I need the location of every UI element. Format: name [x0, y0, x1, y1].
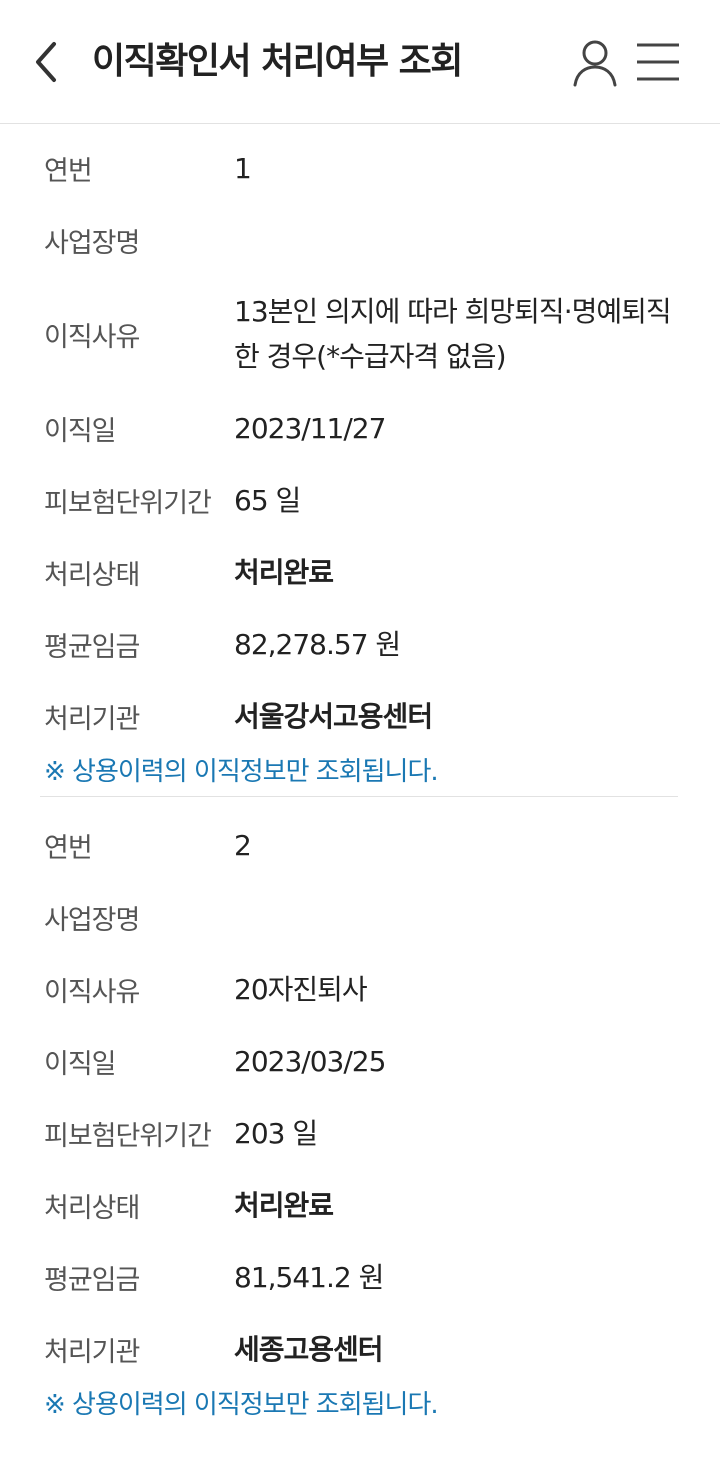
date-value: 2023/03/25	[234, 1044, 386, 1078]
seq-value: 1	[234, 151, 252, 185]
page-title: 이직확인서 처리여부 조회	[92, 41, 463, 82]
period-value: 203 일	[234, 1116, 318, 1150]
notice-text: ※ 상용이력의 이직정보만 조회됩니다.	[44, 757, 439, 787]
hamburger-menu-icon	[637, 43, 679, 81]
field-label: 처리기관	[44, 703, 140, 735]
field-row-seq: 연번 1	[0, 132, 720, 204]
wage-value: 81,541.2 원	[234, 1260, 384, 1294]
seq-value: 2	[234, 828, 252, 862]
status-value: 처리완료	[234, 1188, 334, 1222]
field-label: 연번	[44, 155, 93, 187]
field-label: 이직일	[44, 415, 117, 447]
menu-button[interactable]	[634, 40, 682, 84]
user-button[interactable]	[570, 38, 620, 88]
record-item: 연번 2 사업장명 이직사유 20자진퇴사 이직일 2023/03/25 피보험…	[0, 797, 720, 1425]
field-label: 이직사유	[44, 976, 140, 1008]
field-label: 이직사유	[44, 321, 140, 353]
field-row-period: 피보험단위기간 65 일	[0, 464, 720, 536]
field-row-date: 이직일 2023/03/25	[0, 1025, 720, 1097]
field-row-wage: 평균임금 82,278.57 원	[0, 608, 720, 680]
field-row-office: 처리기관 세종고용센터	[0, 1313, 720, 1385]
field-label: 피보험단위기간	[44, 1120, 212, 1152]
app-header: 이직확인서 처리여부 조회	[0, 0, 720, 124]
wage-value: 82,278.57 원	[234, 627, 401, 661]
notice-text: ※ 상용이력의 이직정보만 조회됩니다.	[44, 1390, 439, 1420]
field-row-status: 처리상태 처리완료	[0, 1169, 720, 1241]
office-value: 서울강서고용센터	[234, 699, 433, 733]
reason-value: 20자진퇴사	[234, 972, 368, 1006]
record-item: 연번 1 사업장명 이직사유 13본인 의지에 따라 희망퇴직·명예퇴직한 경우…	[0, 124, 720, 797]
field-row-office: 처리기관 서울강서고용센터	[0, 680, 720, 752]
field-label: 처리상태	[44, 559, 140, 591]
field-label: 연번	[44, 832, 93, 864]
period-value: 65 일	[234, 483, 301, 517]
status-value: 처리완료	[234, 555, 334, 589]
field-label: 피보험단위기간	[44, 487, 212, 519]
field-row-workplace: 사업장명	[0, 204, 720, 276]
field-label: 평균임금	[44, 1264, 140, 1296]
field-row-wage: 평균임금 81,541.2 원	[0, 1241, 720, 1313]
field-label: 처리기관	[44, 1336, 140, 1368]
chevron-left-icon	[36, 42, 56, 82]
date-value: 2023/11/27	[234, 411, 386, 445]
field-row-seq: 연번 2	[0, 809, 720, 881]
field-label: 사업장명	[44, 904, 140, 936]
field-label: 평균임금	[44, 631, 140, 663]
field-row-date: 이직일 2023/11/27	[0, 392, 720, 464]
field-row-reason: 이직사유 20자진퇴사	[0, 953, 720, 1025]
record-list: 연번 1 사업장명 이직사유 13본인 의지에 따라 희망퇴직·명예퇴직한 경우…	[0, 124, 720, 1425]
field-row-status: 처리상태 처리완료	[0, 536, 720, 608]
reason-value: 13본인 의지에 따라 희망퇴직·명예퇴직한 경우(*수급자격 없음)	[234, 295, 672, 373]
office-value: 세종고용센터	[234, 1332, 384, 1366]
field-label: 이직일	[44, 1048, 117, 1080]
user-icon	[573, 40, 617, 87]
field-row-reason: 이직사유 13본인 의지에 따라 희망퇴직·명예퇴직한 경우(*수급자격 없음)	[0, 276, 720, 392]
field-row-workplace: 사업장명	[0, 881, 720, 953]
back-button[interactable]	[28, 38, 68, 86]
field-label: 사업장명	[44, 227, 140, 259]
field-row-period: 피보험단위기간 203 일	[0, 1097, 720, 1169]
field-label: 처리상태	[44, 1192, 140, 1224]
